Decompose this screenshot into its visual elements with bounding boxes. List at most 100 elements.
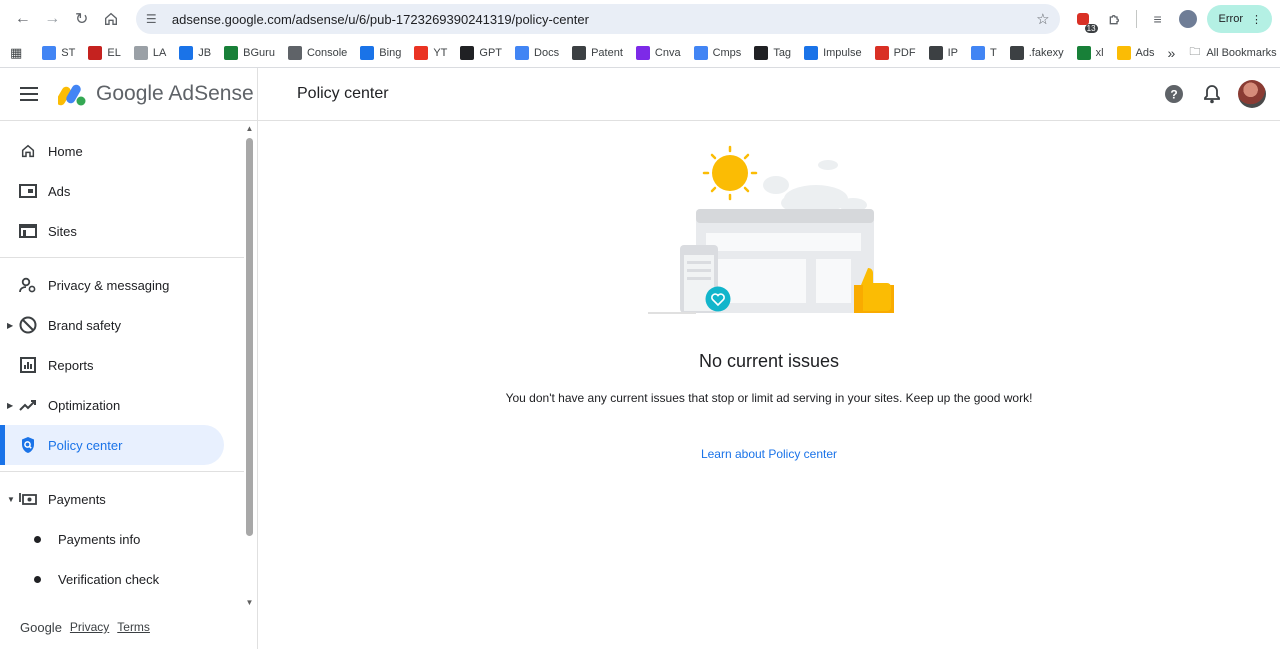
address-bar[interactable]: ☰ adsense.google.com/adsense/u/6/pub-172… <box>135 4 1060 34</box>
scroll-down-arrow-icon[interactable]: ▼ <box>245 598 254 608</box>
all-bookmarks-button[interactable]: 🗀 All Bookmarks <box>1189 43 1276 62</box>
bookmark-favicon-icon <box>133 45 148 60</box>
block-icon <box>18 315 38 335</box>
bookmark-item[interactable]: YT <box>414 45 448 60</box>
footer-terms-link[interactable]: Terms <box>117 620 150 635</box>
page-body: Home Ads Sites Privacy & messaging ▶ Bra… <box>0 121 1280 649</box>
extensions-puzzle-icon[interactable] <box>1104 8 1126 30</box>
bookmark-item[interactable]: Cnva <box>635 45 681 60</box>
bookmark-favicon-icon <box>1009 45 1024 60</box>
bookmark-item[interactable]: BGuru <box>224 45 275 60</box>
bookmark-label: Console <box>306 46 348 59</box>
bookmark-favicon-icon <box>1076 45 1091 60</box>
sidebar-item-label: Sites <box>48 223 77 239</box>
bookmark-item[interactable]: LA <box>133 45 166 60</box>
sidebar-item-reports[interactable]: Reports <box>0 345 224 385</box>
extension-red-icon[interactable]: 13 <box>1072 8 1098 33</box>
policy-shield-icon <box>18 435 38 455</box>
bookmark-item[interactable]: Docs <box>515 45 559 60</box>
folder-icon: 🗀 <box>1189 46 1201 58</box>
error-label: Error <box>1218 13 1243 25</box>
sidebar-item-home[interactable]: Home <box>0 131 224 171</box>
bookmark-item[interactable]: Ads <box>1116 45 1155 60</box>
bookmark-favicon-icon <box>179 45 194 60</box>
sidebar-subitem-label: Verification check <box>58 571 160 587</box>
bookmark-item[interactable]: ST <box>42 45 75 60</box>
home-button[interactable] <box>96 4 125 34</box>
browser-chrome: ← → ↻ ☰ adsense.google.com/adsense/u/6/p… <box>0 0 1280 68</box>
sidebar-item-ads[interactable]: Ads <box>0 171 224 211</box>
notifications-button[interactable] <box>1200 82 1224 106</box>
main-menu-button[interactable] <box>0 87 58 101</box>
profile-avatar-small[interactable] <box>1178 10 1197 28</box>
bookmark-item[interactable]: T <box>971 45 997 60</box>
bookmark-item[interactable]: Patent <box>572 45 623 60</box>
sidebar-item-brand-safety[interactable]: ▶ Brand safety <box>0 305 224 345</box>
footer-privacy-link[interactable]: Privacy <box>70 620 109 635</box>
reports-icon <box>18 355 38 375</box>
sun-icon <box>702 145 758 201</box>
browser-menu-icon: ⋮ <box>1251 13 1262 26</box>
sidebar-item-privacy[interactable]: Privacy & messaging <box>0 265 224 305</box>
scroll-up-arrow-icon[interactable]: ▲ <box>245 124 254 134</box>
bookmark-item[interactable]: JB <box>179 45 211 60</box>
sidebar-item-label: Payments <box>48 491 106 507</box>
scrollbar-thumb[interactable] <box>246 138 253 536</box>
sidebar-item-optimization[interactable]: ▶ Optimization <box>0 385 224 425</box>
expand-caret-icon[interactable]: ▶ <box>7 321 13 330</box>
logo-text: Google AdSense <box>96 82 254 105</box>
bookmark-item[interactable]: GPT <box>460 45 502 60</box>
bookmark-star-icon[interactable]: ☆ <box>1036 10 1049 28</box>
bookmark-label: PDF <box>893 46 916 59</box>
bookmark-item[interactable]: EL <box>88 45 121 60</box>
more-bookmarks-button[interactable]: » <box>1168 45 1176 61</box>
site-info-icon[interactable]: ☰ <box>146 12 164 26</box>
help-button[interactable]: ? <box>1162 82 1186 106</box>
sidebar-item-label: Optimization <box>48 397 121 413</box>
back-button[interactable]: ← <box>8 4 37 34</box>
sidebar-item-sites[interactable]: Sites <box>0 211 224 251</box>
sidebar-item-payments[interactable]: ▼ Payments <box>0 479 224 519</box>
sites-icon <box>18 221 38 241</box>
bookmark-label: YT <box>433 46 448 59</box>
bookmark-favicon-icon <box>460 45 475 60</box>
bookmark-item[interactable]: xl <box>1076 45 1104 60</box>
apps-grid-icon[interactable]: ▦ <box>10 45 22 61</box>
empty-state-title: No current issues <box>698 351 840 371</box>
browser-error-button[interactable]: Error ⋮ <box>1206 5 1272 33</box>
bullet-dot <box>34 575 41 583</box>
empty-state-description: You don't have any current issues that s… <box>505 391 1033 405</box>
adsense-logo[interactable]: Google AdSense <box>56 68 258 120</box>
bookmark-item[interactable]: Tag <box>754 45 791 60</box>
forward-button[interactable]: → <box>37 4 66 34</box>
main-content: No current issues You don't have any cur… <box>258 121 1280 649</box>
learn-policy-center-link[interactable]: Learn about Policy center <box>258 447 1280 461</box>
bookmark-item[interactable]: Bing <box>360 45 402 60</box>
bookmark-item[interactable]: Console <box>287 45 348 60</box>
bookmark-favicon-icon <box>693 45 708 60</box>
bookmark-label: T <box>990 46 997 59</box>
bookmark-item[interactable]: Cmps <box>693 45 741 60</box>
bookmark-item[interactable]: PDF <box>874 45 916 60</box>
account-avatar[interactable] <box>1238 80 1266 108</box>
bookmark-item[interactable]: .fakexy <box>1009 45 1064 60</box>
bullet-dot <box>34 535 41 543</box>
collapse-caret-icon[interactable]: ▼ <box>7 495 15 504</box>
bookmark-favicon-icon <box>414 45 429 60</box>
media-control-icon[interactable]: ≡ <box>1147 8 1169 30</box>
bookmark-label: IP <box>947 46 958 59</box>
expand-caret-icon[interactable]: ▶ <box>7 401 13 410</box>
bookmark-item[interactable]: IP <box>928 45 958 60</box>
sidebar-subitem-payments-info[interactable]: Payments info <box>0 519 243 559</box>
bookmark-item[interactable]: Impulse <box>804 45 862 60</box>
url-row: ← → ↻ ☰ adsense.google.com/adsense/u/6/p… <box>0 0 1280 38</box>
sidebar-item-policy-center[interactable]: Policy center <box>0 425 224 465</box>
sidebar-item-label: Home <box>48 143 83 159</box>
bookmark-label: Impulse <box>823 46 862 59</box>
reload-button[interactable]: ↻ <box>67 4 96 34</box>
sidebar-subitem-verification-check[interactable]: Verification check <box>0 559 243 599</box>
hamburger-icon <box>20 87 38 101</box>
bookmark-label: Bing <box>379 46 402 59</box>
sidebar-footer: Google Privacy Terms <box>20 620 150 635</box>
sidebar-scrollbar[interactable]: ▲ ▼ <box>245 124 254 608</box>
